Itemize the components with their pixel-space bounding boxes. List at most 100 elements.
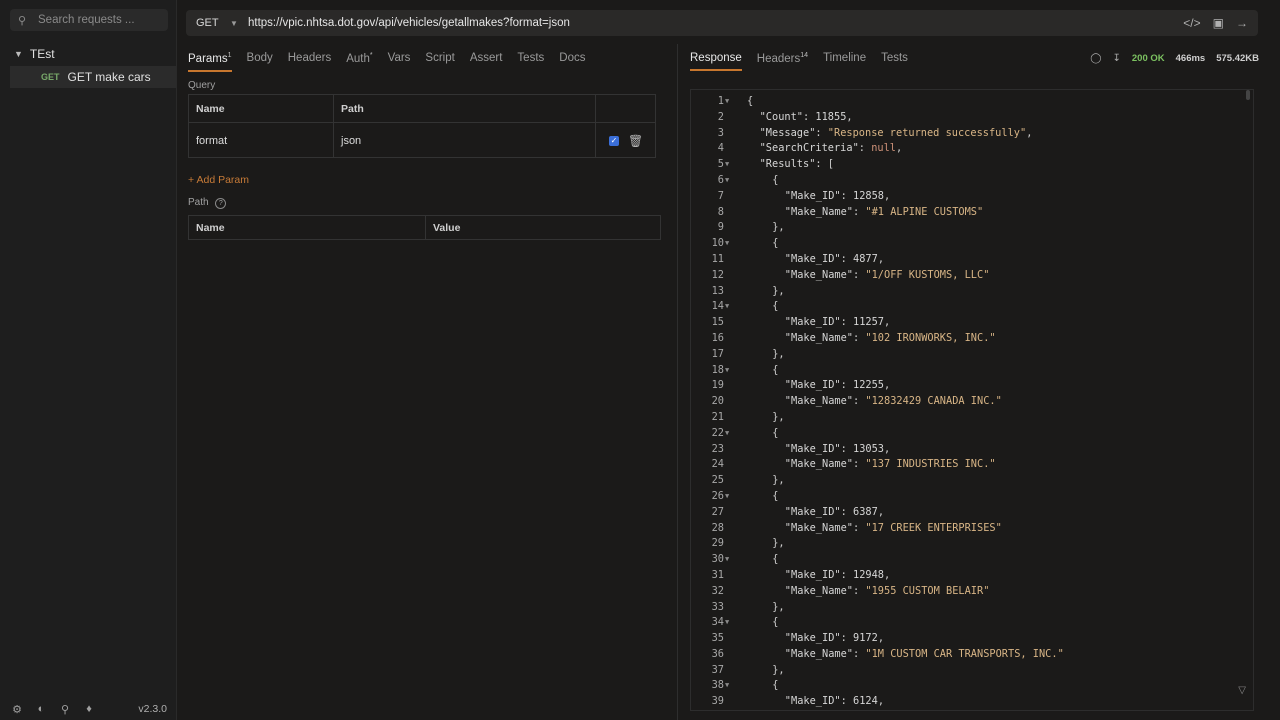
sidebar-footer: ⚙ ◐ ⚲ ♦ v2.3.0 bbox=[0, 698, 176, 720]
tab-params[interactable]: Params1 bbox=[188, 52, 232, 72]
pane-divider[interactable] bbox=[677, 44, 678, 720]
code-text: }, bbox=[772, 600, 784, 616]
code-text: "Make_ID": 13053, bbox=[785, 442, 890, 458]
fold-chevron-icon[interactable]: ▼ bbox=[725, 236, 733, 252]
line-number: 27 bbox=[711, 505, 724, 518]
actions-column-header bbox=[596, 95, 655, 122]
help-icon[interactable]: ? bbox=[215, 198, 227, 209]
code-text: { bbox=[772, 552, 778, 568]
code-token: : bbox=[803, 110, 816, 123]
theme-icon[interactable]: ◐ bbox=[34, 703, 48, 715]
method-select[interactable]: GET bbox=[196, 17, 226, 29]
notifications-icon[interactable]: ♦ bbox=[82, 703, 96, 715]
code-text: "Make_ID": 11257, bbox=[785, 315, 890, 331]
tab-vars[interactable]: Vars bbox=[388, 52, 411, 72]
response-size: 575.42KB bbox=[1216, 53, 1259, 64]
code-text: }, bbox=[772, 284, 784, 300]
code-text: "Make_ID": 12858, bbox=[785, 189, 890, 205]
code-token: "Make_ID" bbox=[784, 189, 841, 202]
tab-script[interactable]: Script bbox=[425, 52, 454, 72]
filter-icon[interactable]: ▽ bbox=[1238, 685, 1246, 696]
code-text: "SearchCriteria": null, bbox=[760, 141, 903, 157]
code-token: { bbox=[772, 300, 779, 313]
code-token: , bbox=[877, 252, 885, 265]
code-text: "Make_ID": 12948, bbox=[785, 568, 890, 584]
tab-headers[interactable]: Headers bbox=[288, 52, 331, 72]
code-token: : bbox=[853, 458, 866, 471]
tab-timeline[interactable]: Timeline bbox=[823, 52, 866, 71]
code-token: "1955 CUSTOM BELAIR" bbox=[865, 584, 990, 597]
code-icon[interactable]: </> bbox=[1183, 16, 1200, 30]
trash-icon[interactable]: 🗑 bbox=[628, 134, 643, 148]
chevron-down-icon[interactable]: ▼ bbox=[230, 19, 244, 28]
code-token: }, bbox=[772, 537, 785, 550]
code-token: { bbox=[772, 616, 779, 629]
scrollbar[interactable] bbox=[1246, 90, 1250, 100]
tab-label: Response bbox=[690, 52, 742, 64]
add-param-button[interactable]: + Add Param bbox=[188, 174, 249, 186]
param-value-input[interactable]: json bbox=[334, 123, 596, 158]
code-token: }, bbox=[772, 347, 785, 360]
code-token: "Make_Name" bbox=[784, 584, 853, 597]
code-token: 11855 bbox=[815, 110, 847, 123]
fold-chevron-icon[interactable]: ▼ bbox=[725, 299, 733, 315]
path-params-table: Name Value bbox=[188, 215, 661, 240]
line-number: 34 bbox=[711, 616, 724, 629]
code-token: : bbox=[840, 252, 853, 265]
fold-chevron-icon[interactable]: ▼ bbox=[725, 426, 733, 442]
clear-icon[interactable]: ◯ bbox=[1090, 53, 1101, 64]
code-token: : bbox=[840, 505, 853, 518]
fold-chevron-icon[interactable]: ▼ bbox=[725, 157, 733, 173]
code-text: "Make_Name": "17 CREEK ENTERPRISES" bbox=[785, 521, 1002, 537]
fold-chevron-icon[interactable]: ▼ bbox=[725, 552, 733, 568]
key-icon[interactable]: ⚲ bbox=[58, 703, 72, 716]
param-enabled-checkbox[interactable]: ✓ bbox=[609, 135, 619, 146]
line-number: 8 bbox=[717, 205, 724, 218]
save-icon[interactable]: ▣ bbox=[1213, 16, 1224, 30]
tab-tests[interactable]: Tests bbox=[517, 52, 544, 72]
fold-chevron-icon[interactable]: ▼ bbox=[725, 678, 733, 694]
settings-icon[interactable]: ⚙ bbox=[10, 703, 24, 716]
code-text: "Results": [ bbox=[760, 157, 834, 173]
code-token: "Make_Name" bbox=[784, 647, 853, 660]
url-input[interactable]: https://vpic.nhtsa.dot.gov/api/vehicles/… bbox=[248, 17, 570, 29]
tab-response[interactable]: Response bbox=[690, 52, 742, 71]
code-token: "Make_ID" bbox=[784, 695, 841, 708]
tab-tests[interactable]: Tests bbox=[881, 52, 908, 71]
tab-auth[interactable]: Auth* bbox=[346, 52, 372, 72]
tab-assert[interactable]: Assert bbox=[470, 52, 503, 72]
code-token: : bbox=[840, 695, 853, 708]
tab-docs[interactable]: Docs bbox=[559, 52, 585, 72]
tab-body[interactable]: Body bbox=[247, 52, 273, 72]
param-name-input[interactable]: format bbox=[189, 123, 334, 158]
fold-chevron-icon[interactable]: ▼ bbox=[725, 615, 733, 631]
code-token: "Make_ID" bbox=[784, 379, 841, 392]
tab-label: Tests bbox=[517, 52, 545, 64]
fold-chevron-icon[interactable]: ▼ bbox=[725, 94, 733, 110]
code-token: : bbox=[840, 316, 853, 329]
query-label: Query bbox=[188, 80, 216, 91]
fold-chevron-icon[interactable]: ▼ bbox=[725, 489, 733, 505]
tab-label: Docs bbox=[559, 52, 586, 64]
sidebar-request-item[interactable]: GET GET make cars bbox=[10, 66, 176, 88]
send-arrow-icon[interactable]: → bbox=[1236, 16, 1248, 30]
tab-label: Headers bbox=[287, 52, 332, 64]
code-token: : bbox=[853, 647, 866, 660]
line-number: 9 bbox=[717, 221, 724, 234]
code-token: , bbox=[884, 442, 891, 455]
chevron-down-icon[interactable]: ▼ bbox=[14, 49, 23, 59]
collection-item[interactable]: ▼ TEst bbox=[14, 47, 55, 61]
download-icon[interactable]: ↧ bbox=[1112, 53, 1120, 64]
tab-headers[interactable]: Headers14 bbox=[757, 52, 808, 71]
sidebar: ⚲ Search requests ... ▼ TEst GET GET mak… bbox=[0, 0, 177, 720]
fold-chevron-icon[interactable]: ▼ bbox=[725, 173, 733, 189]
tab-label: Timeline bbox=[823, 52, 867, 64]
fold-chevron-icon[interactable]: ▼ bbox=[725, 363, 733, 379]
path-column-header: Path bbox=[334, 95, 596, 122]
code-token: "102 IRONWORKS, INC." bbox=[865, 331, 996, 344]
search-requests-input[interactable]: ⚲ Search requests ... bbox=[10, 9, 168, 31]
tab-badge: * bbox=[369, 52, 373, 59]
code-text: { bbox=[772, 363, 778, 379]
line-number: 16 bbox=[711, 331, 724, 344]
response-body[interactable]: 1 ▼{2 "Count": 11855, 3 "Message": "Response… bbox=[690, 89, 1254, 711]
